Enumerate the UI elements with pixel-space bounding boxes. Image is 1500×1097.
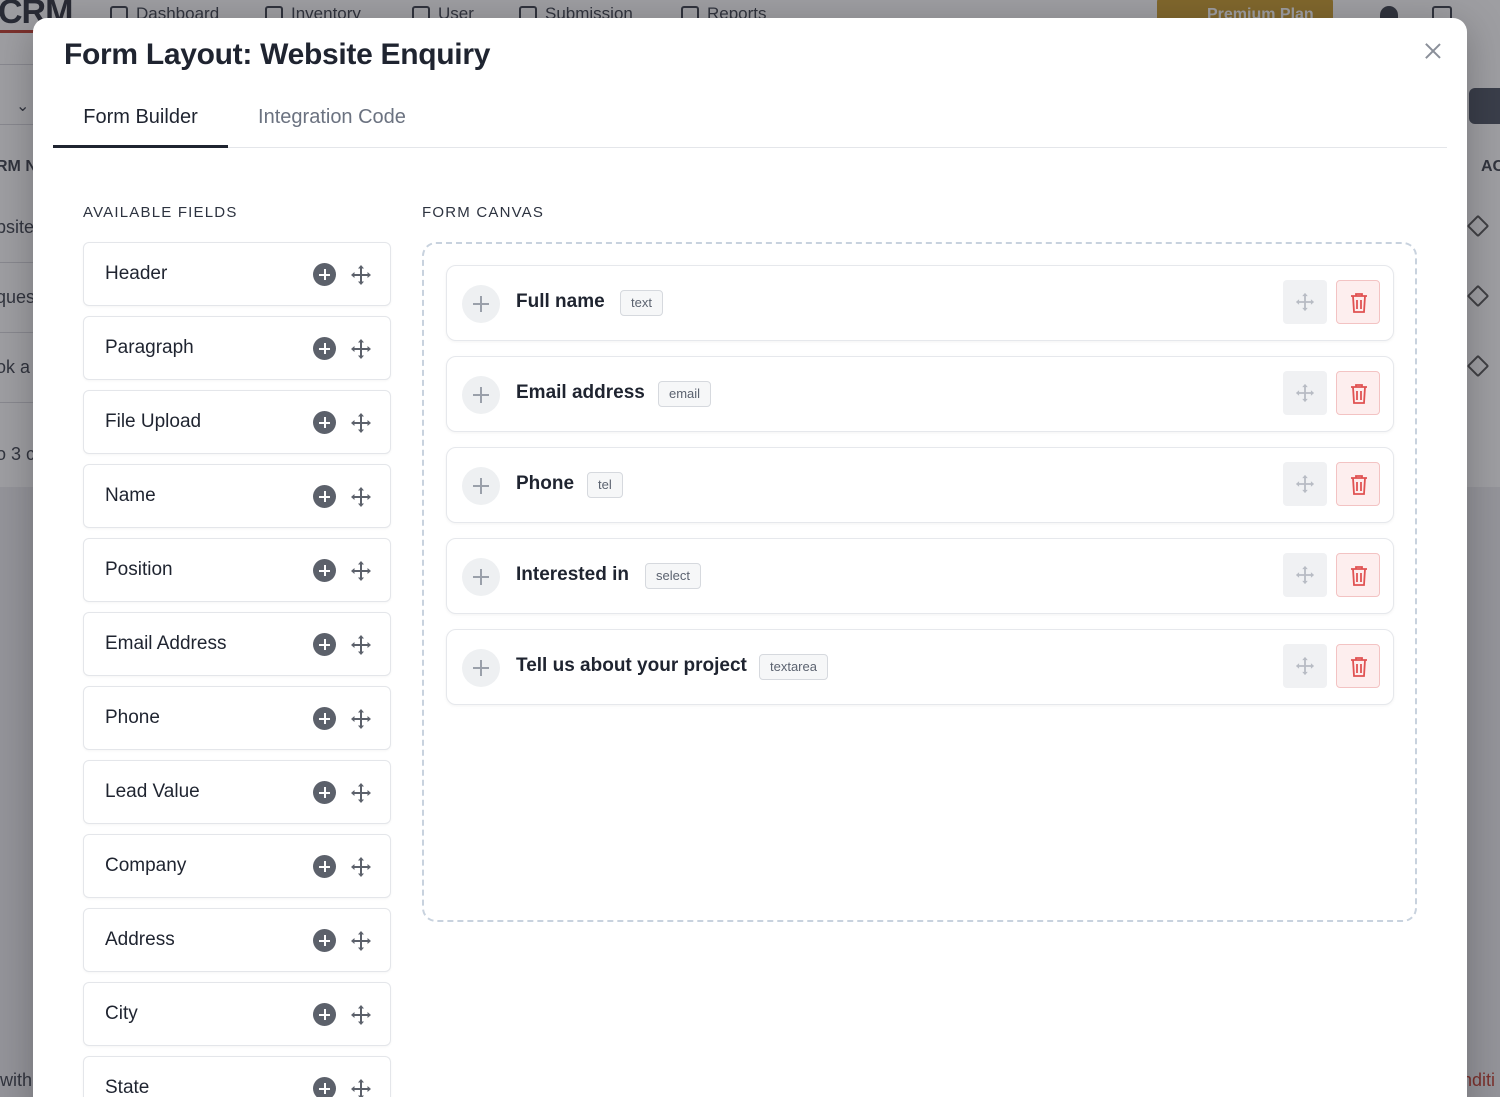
available-fields-heading: AVAILABLE FIELDS (83, 204, 238, 221)
add-field-icon[interactable] (313, 263, 336, 286)
add-field-icon[interactable] (313, 929, 336, 952)
field-card-company[interactable]: Company (83, 834, 391, 898)
move-icon[interactable] (350, 1078, 372, 1097)
add-field-icon[interactable] (313, 707, 336, 730)
canvas-row-full-name[interactable]: Full name text (446, 265, 1394, 341)
delete-field-button[interactable] (1336, 462, 1380, 506)
field-label: Name (105, 485, 156, 506)
drag-handle-button[interactable] (1283, 644, 1327, 688)
add-field-icon[interactable] (313, 411, 336, 434)
field-label: Lead Value (105, 781, 200, 802)
move-icon[interactable] (350, 486, 372, 508)
field-label: Header (105, 263, 168, 284)
trash-icon (1351, 657, 1367, 677)
tab-form-builder[interactable]: Form Builder (53, 90, 228, 148)
delete-field-button[interactable] (1336, 553, 1380, 597)
move-icon[interactable] (350, 782, 372, 804)
field-card-lead-value[interactable]: Lead Value (83, 760, 391, 824)
field-card-paragraph[interactable]: Paragraph (83, 316, 391, 380)
form-layout-modal: Form Layout: Website Enquiry Form Builde… (33, 18, 1467, 1097)
add-field-icon[interactable] (313, 485, 336, 508)
plus-icon[interactable] (462, 467, 500, 505)
move-icon[interactable] (350, 264, 372, 286)
drag-handle-button[interactable] (1283, 553, 1327, 597)
move-icon[interactable] (350, 634, 372, 656)
move-icon[interactable] (350, 338, 372, 360)
add-field-icon[interactable] (313, 781, 336, 804)
field-type-badge: textarea (759, 654, 828, 680)
delete-field-button[interactable] (1336, 280, 1380, 324)
field-card-email-address[interactable]: Email Address (83, 612, 391, 676)
canvas-field-label: Interested in (516, 564, 629, 585)
delete-field-button[interactable] (1336, 371, 1380, 415)
plus-icon[interactable] (462, 376, 500, 414)
move-icon[interactable] (350, 1004, 372, 1026)
field-type-badge: email (658, 381, 712, 407)
delete-field-button[interactable] (1336, 644, 1380, 688)
move-icon[interactable] (350, 708, 372, 730)
add-field-icon[interactable] (313, 1003, 336, 1026)
plus-icon[interactable] (462, 558, 500, 596)
trash-icon (1351, 384, 1367, 404)
field-card-name[interactable]: Name (83, 464, 391, 528)
field-card-phone[interactable]: Phone (83, 686, 391, 750)
drag-handle-button[interactable] (1283, 371, 1327, 415)
trash-icon (1351, 293, 1367, 313)
add-field-icon[interactable] (313, 855, 336, 878)
move-icon (1295, 292, 1315, 312)
field-label: Email Address (105, 633, 227, 654)
move-icon (1295, 474, 1315, 494)
drag-handle-button[interactable] (1283, 280, 1327, 324)
move-icon[interactable] (350, 560, 372, 582)
tab-integration-code[interactable]: Integration Code (243, 90, 421, 147)
field-card-state[interactable]: State (83, 1056, 391, 1097)
field-label: Phone (105, 707, 160, 728)
canvas-row-project[interactable]: Tell us about your project textarea (446, 629, 1394, 705)
field-label: Position (105, 559, 173, 580)
field-type-badge: tel (587, 472, 623, 498)
field-card-address[interactable]: Address (83, 908, 391, 972)
field-card-city[interactable]: City (83, 982, 391, 1046)
plus-icon[interactable] (462, 649, 500, 687)
field-type-badge: select (645, 563, 701, 589)
canvas-field-label: Phone (516, 473, 575, 494)
canvas-field-label: Full name (516, 291, 605, 312)
form-canvas-heading: FORM CANVAS (422, 204, 545, 221)
trash-icon (1351, 475, 1367, 495)
field-card-file-upload[interactable]: File Upload (83, 390, 391, 454)
trash-icon (1351, 566, 1367, 586)
plus-icon[interactable] (462, 285, 500, 323)
close-icon[interactable] (1422, 40, 1444, 62)
move-icon (1295, 383, 1315, 403)
move-icon (1295, 565, 1315, 585)
drag-handle-button[interactable] (1283, 462, 1327, 506)
field-label: Address (105, 929, 175, 950)
canvas-field-label: Email address (516, 382, 645, 403)
add-field-icon[interactable] (313, 1077, 336, 1097)
field-card-position[interactable]: Position (83, 538, 391, 602)
field-label: Company (105, 855, 187, 876)
form-canvas-dropzone[interactable]: Full name text Email address email Phone… (422, 242, 1417, 922)
canvas-row-phone[interactable]: Phone tel (446, 447, 1394, 523)
move-icon[interactable] (350, 856, 372, 878)
field-label: File Upload (105, 411, 202, 432)
modal-tabs: Form Builder Integration Code (53, 90, 1447, 148)
field-label: State (105, 1077, 150, 1097)
modal-title: Form Layout: Website Enquiry (64, 38, 491, 71)
move-icon[interactable] (350, 930, 372, 952)
canvas-row-email-address[interactable]: Email address email (446, 356, 1394, 432)
move-icon[interactable] (350, 412, 372, 434)
canvas-field-label: Tell us about your project (516, 655, 747, 676)
move-icon (1295, 656, 1315, 676)
add-field-icon[interactable] (313, 337, 336, 360)
add-field-icon[interactable] (313, 559, 336, 582)
add-field-icon[interactable] (313, 633, 336, 656)
field-type-badge: text (620, 290, 663, 316)
field-label: Paragraph (105, 337, 194, 358)
field-label: City (105, 1003, 138, 1024)
field-card-header[interactable]: Header (83, 242, 391, 306)
canvas-row-interested-in[interactable]: Interested in select (446, 538, 1394, 614)
